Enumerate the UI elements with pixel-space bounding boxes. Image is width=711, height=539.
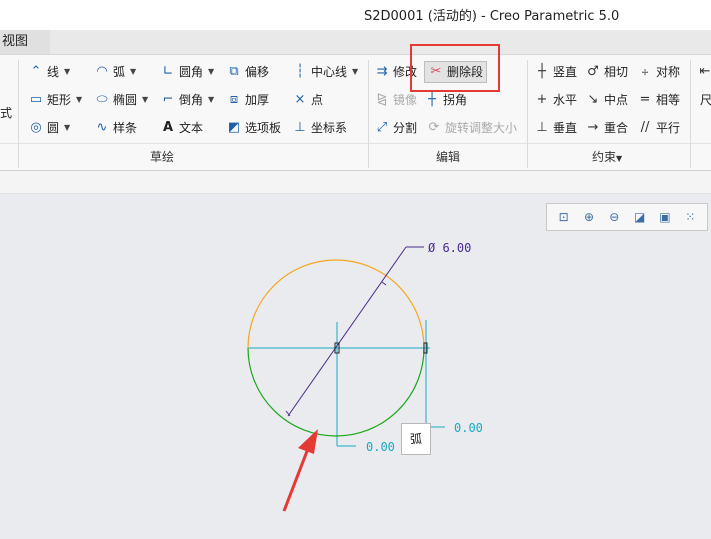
arc-upper-orange[interactable] (247, 259, 425, 349)
tooltip: 弧 (401, 423, 431, 455)
diameter-dimension-line (285, 246, 424, 417)
diameter-dimension[interactable]: Ø 6.00 (428, 241, 471, 255)
arc-lower-green[interactable] (247, 347, 425, 437)
sketch-geometry (247, 246, 445, 512)
annotation-arrow (282, 429, 318, 512)
vertical-dimension[interactable]: 0.00 (366, 440, 395, 454)
horizontal-dimension[interactable]: 0.00 (454, 421, 483, 435)
